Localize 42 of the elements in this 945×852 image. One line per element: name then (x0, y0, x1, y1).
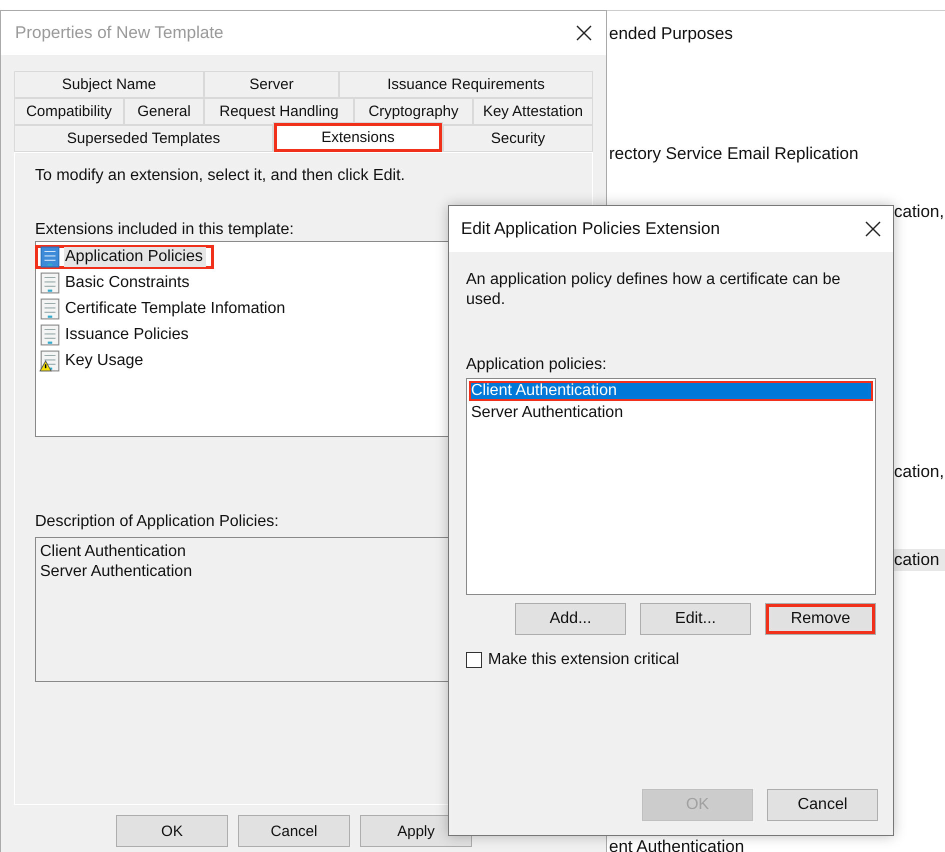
description-label: Description of Application Policies: (35, 513, 279, 531)
tab[interactable]: Server (204, 71, 339, 98)
document-icon (39, 246, 61, 268)
extension-item[interactable]: Basic Constraints (39, 271, 192, 295)
list-label: Extensions included in this template: (35, 221, 294, 239)
tab[interactable]: Security (443, 125, 593, 152)
dialog-button[interactable]: OK (116, 815, 228, 847)
tab[interactable]: Cryptography (354, 98, 473, 125)
dialog-title: Edit Application Policies Extension (461, 219, 720, 239)
list-item-text: cation, (894, 461, 944, 483)
policy-item[interactable]: Client Authentication (469, 381, 873, 401)
document-icon (39, 298, 61, 320)
dialog-button[interactable]: Cancel (767, 789, 878, 821)
tab[interactable]: Issuance Requirements (339, 71, 593, 98)
list-item-text: cation (894, 549, 945, 571)
tab[interactable]: Key Attestation (473, 98, 593, 125)
list-item-text: rectory Service Email Replication (609, 143, 858, 165)
extension-item[interactable]: Certificate Template Infomation (39, 297, 288, 321)
document-icon (39, 272, 61, 294)
list-item-text: ent Authentication (609, 836, 744, 852)
close-icon[interactable] (865, 221, 881, 237)
list-button[interactable]: Add... (515, 603, 626, 635)
extension-item[interactable]: Key Usage (39, 349, 146, 373)
policies-list[interactable]: Client Authentication Server Authentication (466, 378, 876, 595)
window-title: Properties of New Template (15, 23, 224, 43)
tab[interactable]: Compatibility (14, 98, 124, 125)
dialog-button[interactable]: Cancel (238, 815, 350, 847)
tab[interactable]: General (124, 98, 204, 125)
tab[interactable]: Subject Name (14, 71, 204, 98)
instruction-text: To modify an extension, select it, and then click Edit. (35, 167, 405, 185)
extension-item[interactable]: Issuance Policies (39, 323, 192, 347)
document-icon (39, 324, 61, 346)
list-item-text: cation, (894, 201, 944, 223)
list-item-text: ended Purposes (609, 23, 733, 45)
tab[interactable]: Superseded Templates (14, 125, 273, 152)
tab[interactable]: Request Handling (204, 98, 354, 125)
list-button[interactable]: Remove (765, 603, 876, 635)
list-button[interactable]: Edit... (640, 603, 751, 635)
tab[interactable]: Extensions (273, 122, 443, 152)
checkbox[interactable] (466, 652, 482, 668)
close-icon[interactable] (576, 25, 592, 41)
warning-icon (39, 350, 61, 372)
